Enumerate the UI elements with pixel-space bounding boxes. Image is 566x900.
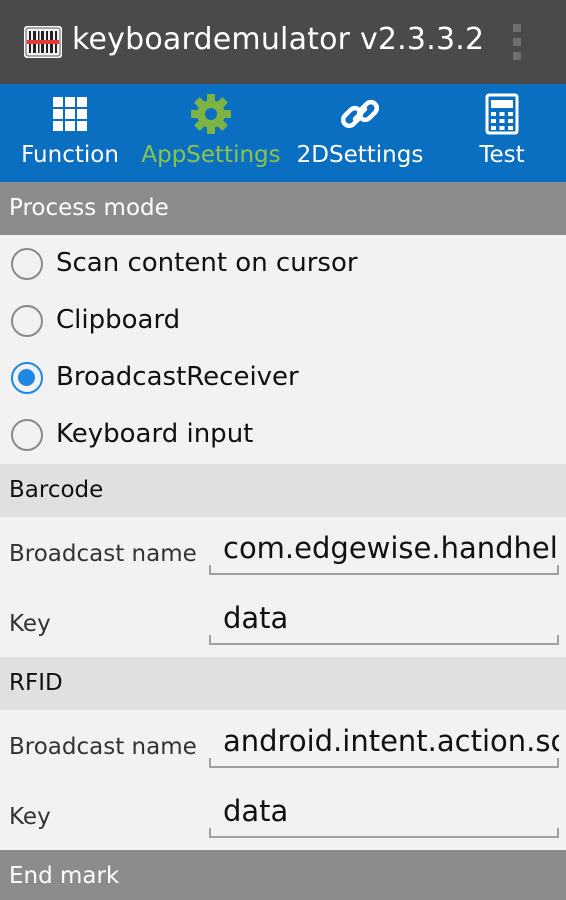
- gear-icon: [191, 94, 231, 134]
- calculator-icon: [485, 93, 519, 135]
- radio-option-scan-content-on-cursor[interactable]: Scan content on cursor: [0, 236, 566, 293]
- tab-label: Test: [479, 142, 525, 168]
- field-label: Key: [9, 804, 51, 830]
- tab-label: AppSettings: [141, 142, 281, 168]
- radio-button-selected[interactable]: [11, 362, 43, 394]
- section-header-rfid: RFID: [0, 657, 566, 710]
- input-value: data: [223, 601, 289, 635]
- section-header-barcode: Barcode: [0, 464, 566, 517]
- radio-option-broadcastreceiver[interactable]: BroadcastReceiver: [0, 350, 566, 407]
- radio-label: BroadcastReceiver: [56, 362, 299, 392]
- radio-option-clipboard[interactable]: Clipboard: [0, 293, 566, 350]
- radio-button[interactable]: [11, 419, 43, 451]
- tab-appsettings[interactable]: AppSettings: [140, 84, 282, 182]
- field-label: Broadcast name: [9, 734, 197, 760]
- grid-icon: [53, 97, 87, 131]
- radio-button[interactable]: [11, 248, 43, 280]
- field-label: Broadcast name: [9, 541, 197, 567]
- section-header-process-mode: Process mode: [0, 182, 566, 235]
- tab-label: 2DSettings: [296, 142, 424, 168]
- radio-button[interactable]: [11, 305, 43, 337]
- rfid-broadcast-name-input[interactable]: android.intent.action.sc: [209, 718, 559, 768]
- link-icon: [340, 99, 380, 129]
- radio-label: Keyboard input: [56, 419, 254, 449]
- tab-label: Function: [21, 142, 119, 168]
- input-value: android.intent.action.sc: [223, 724, 559, 758]
- rfid-key-input[interactable]: data: [209, 788, 559, 838]
- section-header-end-mark: End mark: [0, 850, 566, 900]
- barcode-scanner-icon: [24, 26, 62, 58]
- radio-option-keyboard-input[interactable]: Keyboard input: [0, 407, 566, 464]
- overflow-menu-icon[interactable]: [505, 22, 529, 62]
- radio-label: Clipboard: [56, 305, 181, 335]
- radio-label: Scan content on cursor: [56, 248, 358, 278]
- title-bar: keyboardemulator v2.3.3.2: [0, 0, 566, 84]
- input-value: data: [223, 794, 289, 828]
- barcode-key-row: Key data: [0, 587, 566, 657]
- tab-bar: Function AppSettings 2DSettings Test: [0, 84, 566, 182]
- barcode-broadcast-name-input[interactable]: com.edgewise.handhel: [209, 525, 559, 575]
- tab-test[interactable]: Test: [438, 84, 566, 182]
- barcode-broadcast-name-row: Broadcast name com.edgewise.handhel: [0, 517, 566, 587]
- tab-function[interactable]: Function: [0, 84, 140, 182]
- app-title: keyboardemulator v2.3.3.2: [72, 22, 485, 57]
- rfid-broadcast-name-row: Broadcast name android.intent.action.sc: [0, 710, 566, 780]
- input-value: com.edgewise.handhel: [223, 531, 558, 565]
- tab-2dsettings[interactable]: 2DSettings: [282, 84, 438, 182]
- rfid-key-row: Key data: [0, 780, 566, 850]
- barcode-key-input[interactable]: data: [209, 595, 559, 645]
- field-label: Key: [9, 611, 51, 637]
